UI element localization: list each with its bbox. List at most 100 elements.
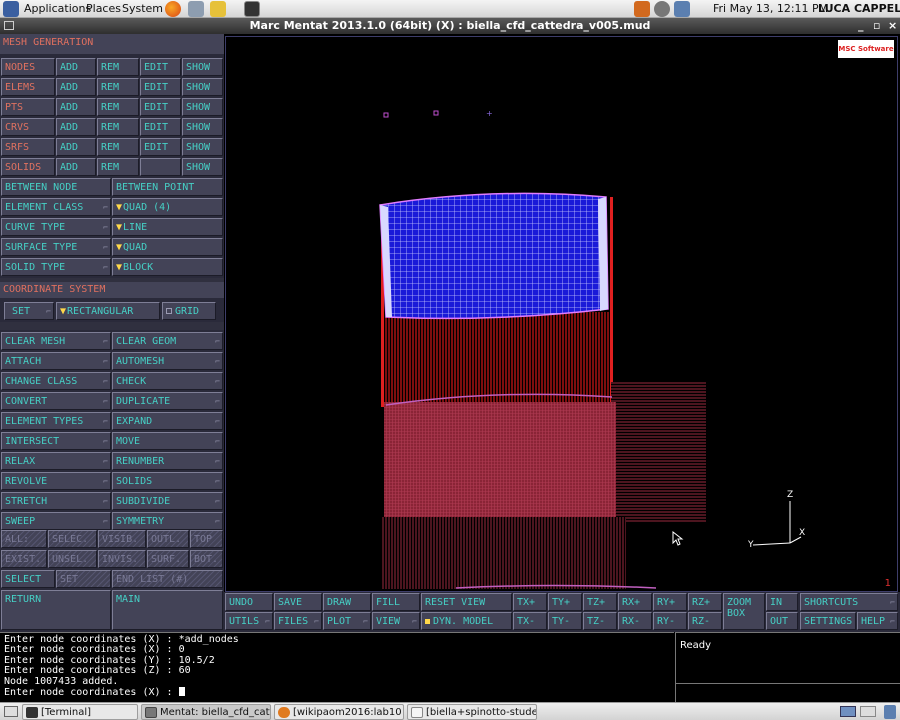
shortcuts-button[interactable]: SHORTCUTS ⌐ [800, 593, 898, 611]
clear-geom-button[interactable]: CLEAR GEOM ⌐ [112, 332, 223, 350]
check-button[interactable]: CHECK ⌐ [112, 372, 223, 390]
crvs-edit-button[interactable]: EDIT [140, 118, 181, 136]
tools-icon[interactable] [188, 1, 204, 17]
elems-show-button[interactable]: SHOW [182, 78, 223, 96]
view-button[interactable]: VIEW ⌐ [372, 612, 420, 630]
task-mentat[interactable]: Mentat: biella_cfd_catt... [141, 704, 271, 720]
plot-button[interactable]: PLOT ⌐ [323, 612, 371, 630]
tz-minus-button[interactable]: TZ- [583, 612, 617, 630]
coord-rectangular-select[interactable]: ▼RECTANGULAR [56, 302, 160, 320]
element-class-button[interactable]: ELEMENT CLASS ⌐ [1, 198, 111, 216]
reset-view-button[interactable]: RESET VIEW [421, 593, 512, 611]
fill-button[interactable]: FILL [372, 593, 420, 611]
rz-plus-button[interactable]: RZ+ [688, 593, 722, 611]
show-desktop-icon[interactable] [4, 706, 18, 717]
nodes-add-button[interactable]: ADD [56, 58, 96, 76]
workspace-2-icon[interactable] [860, 706, 876, 717]
zoom-in-button[interactable]: IN [766, 593, 798, 611]
rx-plus-button[interactable]: RX+ [618, 593, 652, 611]
ty-minus-button[interactable]: TY- [548, 612, 582, 630]
surface-type-button[interactable]: SURFACE TYPE ⌐ [1, 238, 111, 256]
srfs-add-button[interactable]: ADD [56, 138, 96, 156]
attach-button[interactable]: ATTACH ⌐ [1, 352, 111, 370]
ry-plus-button[interactable]: RY+ [653, 593, 687, 611]
pts-show-button[interactable]: SHOW [182, 98, 223, 116]
rx-minus-button[interactable]: RX- [618, 612, 652, 630]
command-console[interactable]: Enter node coordinates (X) : *add_nodes … [0, 632, 674, 702]
apps-menu-icon[interactable] [3, 1, 19, 17]
task-terminal[interactable]: [Terminal] [22, 704, 138, 720]
rz-minus-button[interactable]: RZ- [688, 612, 722, 630]
coord-grid-toggle[interactable]: GRID [162, 302, 216, 320]
change-class-button[interactable]: CHANGE CLASS ⌐ [1, 372, 111, 390]
ty-plus-button[interactable]: TY+ [548, 593, 582, 611]
between-node-button[interactable]: BETWEEN NODE [1, 178, 111, 196]
srfs-edit-button[interactable]: EDIT [140, 138, 181, 156]
solids-add-button[interactable]: ADD [56, 158, 96, 176]
element-class-select[interactable]: ▼QUAD (4) [112, 198, 223, 216]
pts-add-button[interactable]: ADD [56, 98, 96, 116]
move-button[interactable]: MOVE ⌐ [112, 432, 223, 450]
between-point-button[interactable]: BETWEEN POINT [112, 178, 223, 196]
elems-rem-button[interactable]: REM [97, 78, 139, 96]
network-icon[interactable] [674, 1, 690, 17]
maximize-button[interactable]: ▫ [873, 19, 880, 32]
zoom-out-button[interactable]: OUT [766, 612, 798, 630]
notes-icon[interactable] [210, 1, 226, 17]
places-menu[interactable]: Places [86, 2, 121, 15]
nodes-edit-button[interactable]: EDIT [140, 58, 181, 76]
main-button[interactable]: MAIN [112, 590, 223, 630]
utils-button[interactable]: UTILS ⌐ [225, 612, 273, 630]
zoom-box-button[interactable]: ZOOM BOX [723, 593, 765, 630]
volume-icon[interactable] [654, 1, 670, 17]
sweep-button[interactable]: SWEEP ⌐ [1, 512, 111, 530]
applications-menu[interactable]: Applications [24, 2, 91, 15]
settings-button[interactable]: SETTINGS [800, 612, 856, 630]
symmetry-button[interactable]: SYMMETRY ⌐ [112, 512, 223, 530]
curve-type-select[interactable]: ▼LINE [112, 218, 223, 236]
undo-button[interactable]: UNDO [225, 593, 273, 611]
return-button[interactable]: RETURN [1, 590, 111, 630]
intersect-button[interactable]: INTERSECT ⌐ [1, 432, 111, 450]
stretch-button[interactable]: STRETCH ⌐ [1, 492, 111, 510]
task-document[interactable]: [biella+spinotto-stude... [407, 704, 537, 720]
revolve-button[interactable]: REVOLVE ⌐ [1, 472, 111, 490]
clear-mesh-button[interactable]: CLEAR MESH ⌐ [1, 332, 111, 350]
nodes-show-button[interactable]: SHOW [182, 58, 223, 76]
crvs-show-button[interactable]: SHOW [182, 118, 223, 136]
solid-type-select[interactable]: ▼BLOCK [112, 258, 223, 276]
srfs-rem-button[interactable]: REM [97, 138, 139, 156]
element-types-button[interactable]: ELEMENT TYPES ⌐ [1, 412, 111, 430]
workspace-switcher-icon[interactable] [840, 706, 856, 717]
solid-type-button[interactable]: SOLID TYPE ⌐ [1, 258, 111, 276]
automesh-button[interactable]: AUTOMESH ⌐ [112, 352, 223, 370]
dyn-model-toggle[interactable]: DYN. MODEL [421, 612, 512, 630]
relax-button[interactable]: RELAX ⌐ [1, 452, 111, 470]
crvs-add-button[interactable]: ADD [56, 118, 96, 136]
expand-button[interactable]: EXPAND ⌐ [112, 412, 223, 430]
duplicate-button[interactable]: DUPLICATE ⌐ [112, 392, 223, 410]
pts-edit-button[interactable]: EDIT [140, 98, 181, 116]
crvs-rem-button[interactable]: REM [97, 118, 139, 136]
nodes-rem-button[interactable]: REM [97, 58, 139, 76]
close-button[interactable]: × [888, 19, 897, 32]
solids-ops-button[interactable]: SOLIDS ⌐ [112, 472, 223, 490]
draw-button[interactable]: DRAW [323, 593, 371, 611]
surface-type-select[interactable]: ▼QUAD [112, 238, 223, 256]
firefox-icon[interactable] [165, 1, 181, 17]
solids-rem-button[interactable]: REM [97, 158, 139, 176]
user-name[interactable]: LUCA CAPPELLO [818, 2, 900, 15]
window-titlebar[interactable]: Marc Mentat 2013.1.0 (64bit) (X) : biell… [0, 18, 900, 34]
tx-minus-button[interactable]: TX- [513, 612, 547, 630]
srfs-show-button[interactable]: SHOW [182, 138, 223, 156]
task-browser[interactable]: [wikipaom2016:lab10 ... [274, 704, 404, 720]
terminal-launcher-icon[interactable] [244, 1, 260, 17]
graphics-viewport[interactable]: MSC Software + Z X Y 1 [225, 36, 898, 592]
save-button[interactable]: SAVE [274, 593, 322, 611]
solids-show-button[interactable]: SHOW [182, 158, 223, 176]
files-button[interactable]: FILES ⌐ [274, 612, 322, 630]
select-button[interactable]: SELECT [1, 570, 55, 588]
subdivide-button[interactable]: SUBDIVIDE ⌐ [112, 492, 223, 510]
update-icon[interactable] [634, 1, 650, 17]
tz-plus-button[interactable]: TZ+ [583, 593, 617, 611]
